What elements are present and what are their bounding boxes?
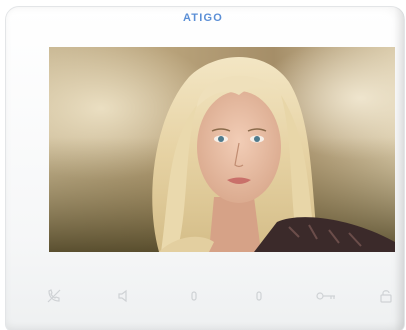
control-buttons xyxy=(40,282,400,312)
unlock-2-icon xyxy=(256,291,262,301)
unlock-1-icon xyxy=(191,291,197,301)
video-screen xyxy=(49,47,395,252)
speaker-icon xyxy=(118,289,127,303)
lock-button[interactable] xyxy=(372,282,400,310)
lock-icon xyxy=(380,290,392,303)
key-icon xyxy=(316,292,335,300)
camera-feed-image xyxy=(49,47,395,252)
unlock-1-button[interactable] xyxy=(180,282,208,310)
intercom-device: ATIGO xyxy=(0,0,406,330)
key-button[interactable] xyxy=(312,282,340,310)
mute-call-button[interactable] xyxy=(40,282,68,310)
mute-call-icon xyxy=(47,289,61,303)
speaker-button[interactable] xyxy=(110,282,138,310)
brand-logo: ATIGO xyxy=(182,12,223,24)
unlock-2-button[interactable] xyxy=(245,282,273,310)
